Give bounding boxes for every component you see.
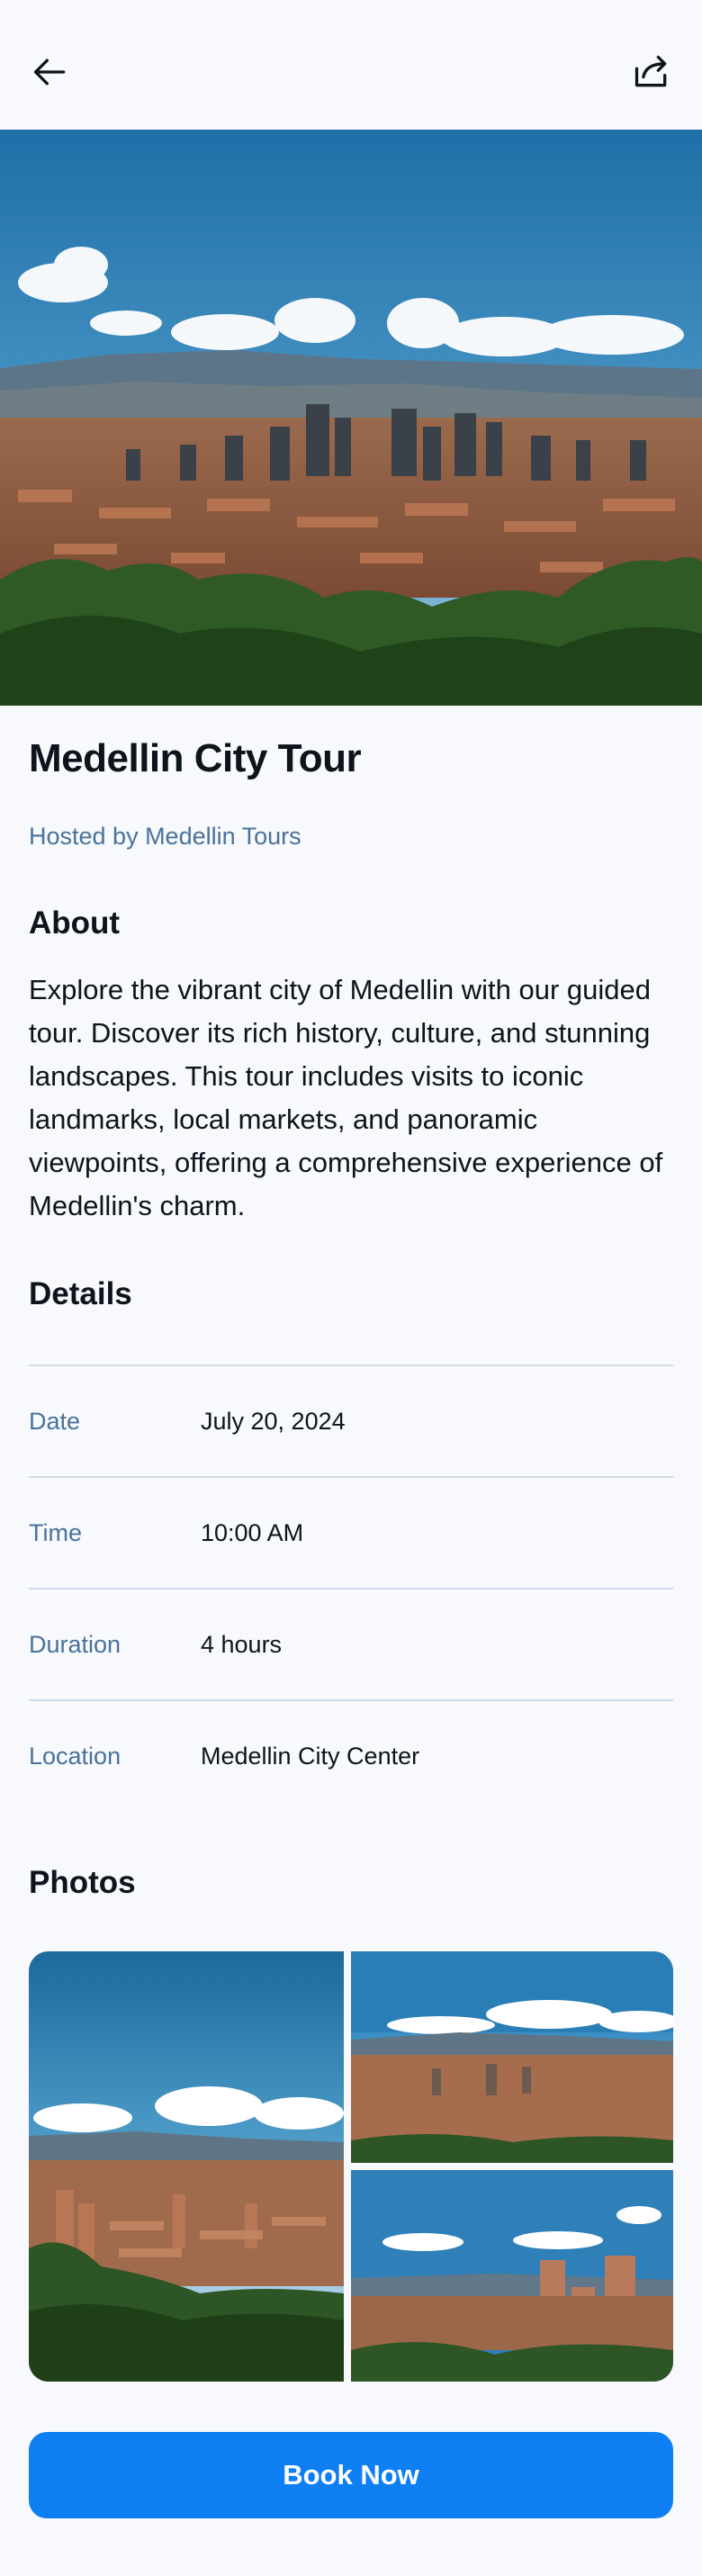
gallery-photo-top-right[interactable] [351, 1951, 673, 2163]
detail-value: July 20, 2024 [201, 1407, 346, 1435]
detail-label: Location [29, 1742, 122, 1770]
host-link[interactable]: Hosted by Medellin Tours [29, 823, 302, 851]
detail-value: Medellin City Center [201, 1742, 420, 1770]
hero-image [0, 130, 702, 706]
detail-label: Date [29, 1407, 81, 1435]
gallery-photo-bottom-right[interactable] [351, 2170, 673, 2382]
tour-title: Medellin City Tour [29, 736, 362, 780]
detail-row-duration: Duration 4 hours [29, 1588, 673, 1699]
detail-value: 4 hours [201, 1630, 283, 1658]
back-button[interactable] [27, 49, 74, 95]
photos-heading: Photos [29, 1865, 136, 1900]
details-list: Date July 20, 2024 Time 10:00 AM Duratio… [29, 1365, 673, 1811]
photo-gallery [29, 1951, 673, 2382]
detail-row-time: Time 10:00 AM [29, 1476, 673, 1588]
about-heading: About [29, 905, 121, 941]
arrow-left-icon [33, 59, 66, 86]
book-now-button[interactable]: Book Now [29, 2432, 673, 2518]
share-icon [634, 55, 667, 87]
detail-label: Time [29, 1518, 82, 1546]
detail-label: Duration [29, 1630, 122, 1658]
gallery-photo-large[interactable] [29, 1951, 344, 2382]
details-heading: Details [29, 1276, 132, 1311]
top-app-bar [0, 0, 702, 130]
detail-row-location: Location Medellin City Center [29, 1699, 673, 1811]
detail-value: 10:00 AM [201, 1518, 304, 1546]
share-button[interactable] [628, 49, 675, 95]
detail-row-date: Date July 20, 2024 [29, 1365, 673, 1476]
about-description: Explore the vibrant city of Medellin wit… [29, 974, 663, 1221]
